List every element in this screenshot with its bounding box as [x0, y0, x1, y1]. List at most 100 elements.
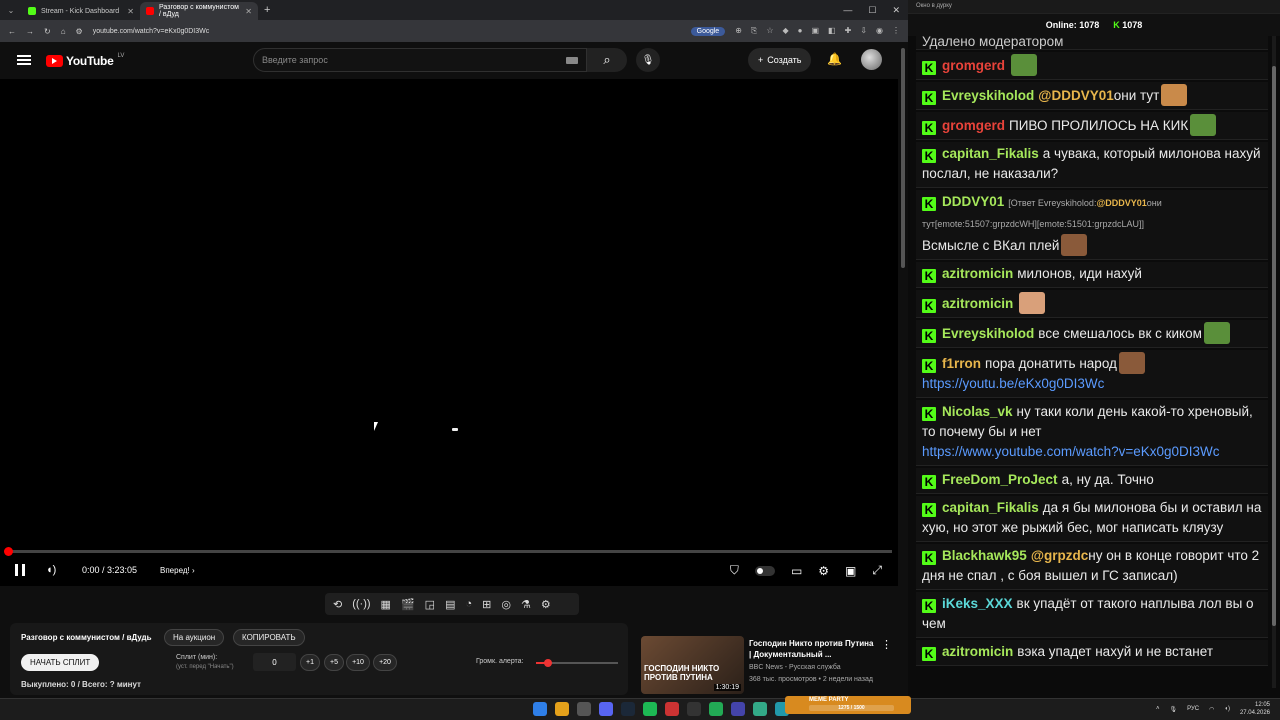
- video-title[interactable]: Господин Никто против Путина | Документа…: [749, 638, 874, 660]
- wifi-icon[interactable]: ◠: [1209, 706, 1214, 713]
- app-icon[interactable]: [731, 702, 745, 716]
- auction-button[interactable]: На аукцион: [164, 629, 225, 646]
- zoom-icon[interactable]: ⊕: [735, 26, 742, 36]
- keyboard-icon[interactable]: [566, 57, 578, 64]
- youtube-logo[interactable]: YouTube LV: [46, 53, 124, 68]
- start-split-button[interactable]: НАЧАТЬ СПЛИТ: [21, 654, 100, 671]
- slider-knob[interactable]: [544, 659, 553, 667]
- google-pill[interactable]: Google: [690, 26, 726, 36]
- picture-in-picture-icon[interactable]: ◲: [425, 598, 435, 611]
- chat-username[interactable]: Blackhawk95: [942, 548, 1027, 563]
- clapper-icon[interactable]: 🎬: [401, 598, 415, 611]
- chat-username[interactable]: capitan_Fikalis: [942, 500, 1039, 515]
- chat-link[interactable]: https://www.youtube.com/watch?v=eKx0g0DI…: [922, 444, 1220, 459]
- chat-username[interactable]: FreeDom_ProJect: [942, 472, 1058, 487]
- spotify-icon[interactable]: [643, 702, 657, 716]
- site-info-icon[interactable]: ⚙: [76, 27, 83, 36]
- extension-icon[interactable]: ▣: [811, 26, 819, 36]
- video-player[interactable]: [0, 79, 898, 586]
- discord-icon[interactable]: [599, 702, 613, 716]
- close-icon[interactable]: ✕: [245, 7, 252, 16]
- tray-chevron-icon[interactable]: ˄: [1156, 706, 1160, 712]
- search-input[interactable]: Введите запрос: [253, 48, 587, 72]
- chat-scrollbar[interactable]: [1272, 36, 1276, 688]
- theater-mode-icon[interactable]: ▣: [845, 564, 856, 578]
- chat-mention[interactable]: @DDDVY01: [1038, 88, 1113, 103]
- chat-username[interactable]: Evreyskiholod: [942, 326, 1034, 341]
- star-icon[interactable]: ☆: [766, 26, 773, 36]
- increment-20-button[interactable]: +20: [373, 654, 397, 671]
- alert-volume-slider[interactable]: [536, 659, 618, 667]
- profile-icon[interactable]: ◉: [876, 26, 883, 36]
- broadcast-icon[interactable]: ((·)): [352, 598, 370, 610]
- forward-icon[interactable]: →: [26, 27, 34, 36]
- next-chapter-button[interactable]: Вперед! ›: [160, 566, 195, 575]
- back-icon[interactable]: ←: [8, 27, 16, 36]
- menu-icon[interactable]: ⋮: [892, 26, 900, 36]
- add-frame-icon[interactable]: ⊞: [482, 598, 491, 611]
- language-indicator[interactable]: РУС: [1187, 706, 1199, 712]
- progress-knob[interactable]: [4, 547, 13, 556]
- puzzle-icon[interactable]: ✚: [845, 26, 852, 36]
- avatar[interactable]: [861, 49, 882, 70]
- chat-username[interactable]: DDDVY01: [942, 194, 1004, 209]
- speed-icon[interactable]: ◔: [465, 598, 472, 610]
- pause-icon[interactable]: [15, 564, 25, 576]
- app-icon[interactable]: [709, 702, 723, 716]
- more-options-icon[interactable]: ⋮: [881, 638, 892, 651]
- settings-gear-icon[interactable]: ⚙: [818, 564, 829, 578]
- progress-bar[interactable]: [4, 547, 892, 556]
- camera-settings-icon[interactable]: ▦: [381, 598, 391, 611]
- close-window-icon[interactable]: ✕: [892, 5, 900, 16]
- download-icon[interactable]: ⇩: [860, 26, 867, 36]
- tab-list-icon[interactable]: ⌄: [0, 6, 22, 15]
- voice-search-button[interactable]: 🎙: [636, 48, 660, 72]
- chat-username[interactable]: gromgerd: [942, 58, 1005, 73]
- chat-username[interactable]: iKeks_XXX: [942, 596, 1013, 611]
- extension-icon[interactable]: ◆: [782, 26, 788, 36]
- subtitles-icon[interactable]: ▭: [791, 564, 802, 578]
- page-scrollbar[interactable]: [900, 40, 906, 695]
- gear-icon[interactable]: ⚙: [541, 598, 551, 611]
- chat-mention[interactable]: @DDDVY01: [1096, 198, 1146, 208]
- flask-icon[interactable]: ⚗: [521, 598, 531, 611]
- extension-icon[interactable]: ●: [798, 26, 803, 36]
- hamburger-menu-icon[interactable]: [17, 55, 31, 65]
- app-icon[interactable]: [687, 702, 701, 716]
- url-field[interactable]: youtube.com/watch?v=eKx0g0DI3Wc: [93, 28, 210, 35]
- new-tab-icon[interactable]: +: [258, 4, 276, 16]
- app-icon[interactable]: [577, 702, 591, 716]
- home-icon[interactable]: ⌂: [61, 27, 66, 36]
- maximize-icon[interactable]: ☐: [868, 5, 876, 16]
- chat-username[interactable]: gromgerd: [942, 118, 1005, 133]
- chat-username[interactable]: azitromicin: [942, 296, 1013, 311]
- extension-icon[interactable]: ◧: [828, 26, 836, 36]
- chat-mention[interactable]: @grpzdc: [1031, 548, 1088, 563]
- increment-1-button[interactable]: +1: [300, 654, 320, 671]
- close-icon[interactable]: ✕: [127, 7, 134, 16]
- chat-link[interactable]: https://youtu.be/eKx0g0DI3Wc: [922, 376, 1104, 391]
- volume-icon[interactable]: ◖): [1224, 706, 1230, 712]
- chat-username[interactable]: f1rron: [942, 356, 981, 371]
- volume-icon[interactable]: ◖): [46, 564, 56, 576]
- create-button[interactable]: + Создать: [748, 48, 812, 72]
- chat-username[interactable]: Nicolas_vk: [942, 404, 1013, 419]
- minimize-icon[interactable]: —: [843, 5, 852, 16]
- search-button[interactable]: ⌕: [587, 48, 627, 72]
- windows-start-icon[interactable]: [533, 702, 547, 716]
- increment-10-button[interactable]: +10: [346, 654, 370, 671]
- chat-username[interactable]: azitromicin: [942, 266, 1013, 281]
- split-minutes-input[interactable]: 0: [253, 653, 296, 671]
- tab-kick-dashboard[interactable]: Stream - Kick Dashboard ✕: [22, 2, 140, 20]
- channel-name[interactable]: BBC News - Русская служба: [749, 662, 899, 674]
- autoplay-toggle[interactable]: [754, 565, 775, 576]
- microphone-icon[interactable]: 🎙: [1169, 706, 1177, 713]
- chat-username[interactable]: Evreyskiholod: [942, 88, 1034, 103]
- screenshot-icon[interactable]: ◎: [501, 598, 511, 611]
- chat-username[interactable]: azitromicin: [942, 644, 1013, 659]
- scrollbar-thumb[interactable]: [1272, 66, 1276, 626]
- film-icon[interactable]: ▤: [445, 598, 455, 611]
- loop-icon[interactable]: ⟲: [333, 598, 342, 611]
- increment-5-button[interactable]: +5: [324, 654, 344, 671]
- clock[interactable]: 12:05 27.04.2026: [1240, 701, 1270, 717]
